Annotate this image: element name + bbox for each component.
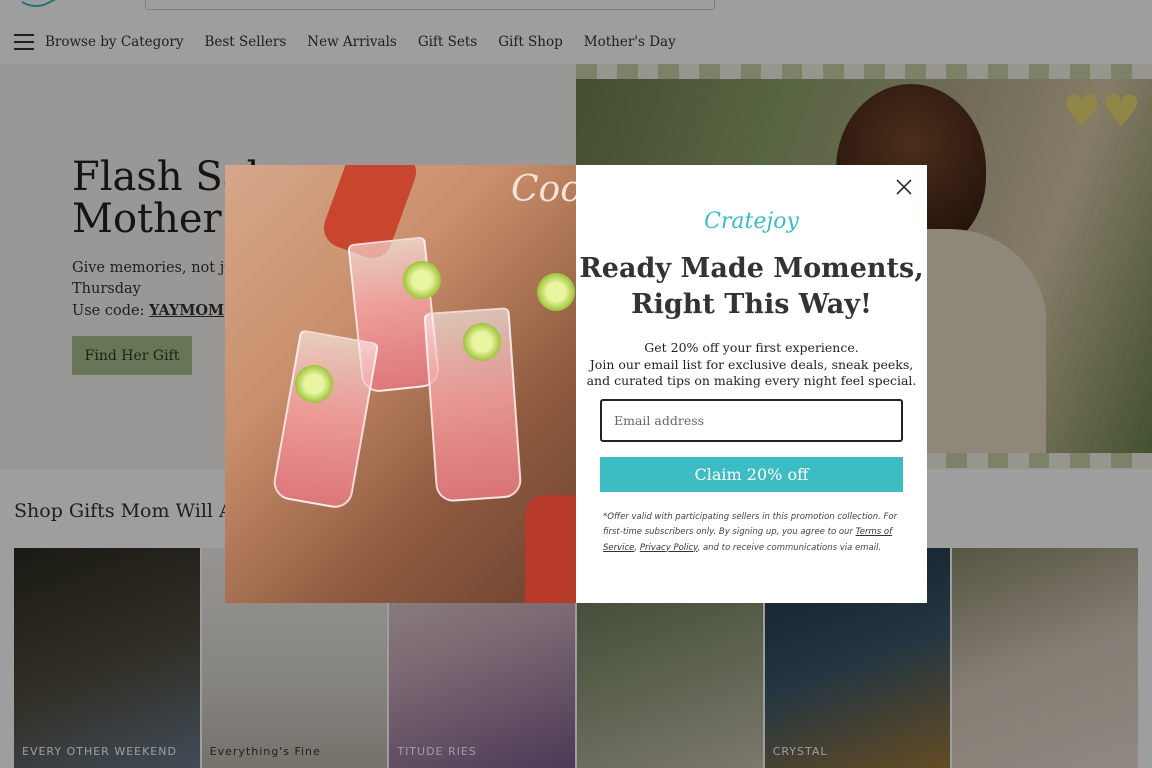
lime-slice: [403, 261, 441, 299]
claim-discount-button[interactable]: Claim 20% off: [600, 457, 903, 492]
lime-slice: [463, 323, 501, 361]
sleeve-shape: [525, 495, 576, 603]
fine-print-text: *Offer valid with participating sellers …: [603, 512, 898, 538]
modal-photo: Coc: [225, 165, 576, 603]
lime-slice: [295, 365, 333, 403]
fine-print: *Offer valid with participating sellers …: [603, 510, 903, 556]
cratejoy-logo: Cratejoy: [704, 209, 799, 234]
email-field[interactable]: [600, 399, 903, 442]
modal-desc-line1: Get 20% off your first experience.: [644, 340, 859, 355]
close-icon: [896, 179, 912, 195]
privacy-policy-link[interactable]: Privacy Policy: [640, 543, 698, 553]
modal-desc-line2: Join our email list for exclusive deals,…: [589, 356, 914, 372]
modal-description: Get 20% off your first experience. Join …: [586, 340, 917, 390]
signup-form: Cratejoy Ready Made Moments, Right This …: [576, 165, 927, 603]
signup-modal: Coc Cratejoy Ready Made Moments, Right T…: [225, 165, 927, 603]
lime-slice: [537, 273, 575, 311]
photo-box-text: Coc: [511, 169, 576, 210]
fine-print-text-end: , and to receive communications via emai…: [697, 542, 882, 553]
modal-title-line2: Right This Way!: [631, 289, 872, 320]
modal-desc-line3: and curated tips on making every night f…: [586, 373, 917, 388]
modal-title: Ready Made Moments, Right This Way!: [576, 251, 927, 323]
glass-shape: [270, 329, 380, 511]
modal-title-line1: Ready Made Moments,: [579, 253, 924, 284]
close-button[interactable]: [894, 177, 914, 197]
